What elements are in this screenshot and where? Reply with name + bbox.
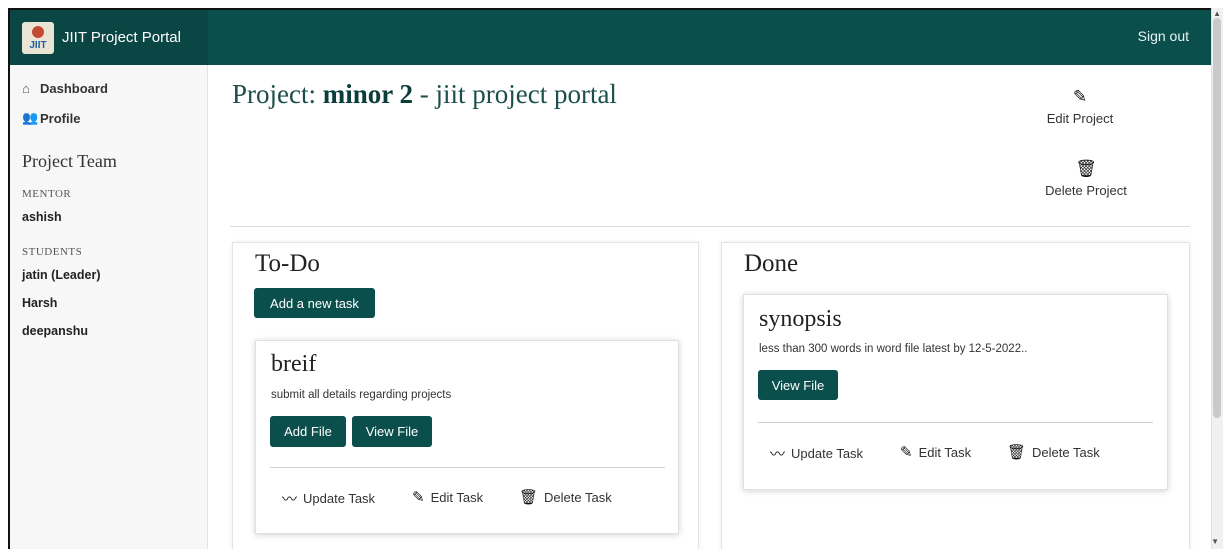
student-item: jatin (Leader) [22,268,101,282]
divider [230,226,1190,227]
add-file-button[interactable]: Add File [270,416,346,447]
edit-task-button[interactable]: ✎ Edit Task [900,443,971,461]
sidebar-item-dashboard[interactable]: ⌂ Dashboard [22,79,207,97]
edit-project-button[interactable]: ✎ Edit Project [1040,87,1120,126]
trend-icon: 〰 [770,446,786,463]
card-divider [758,422,1153,423]
pencil-icon: ✎ [900,444,913,461]
done-title: Done [744,250,799,277]
edit-task-button[interactable]: ✎ Edit Task [412,488,483,506]
users-icon: 👥 [22,110,39,125]
trash-icon: 🗑 [1075,159,1097,178]
done-column: Done synopsis less than 300 words in wor… [721,242,1190,549]
sidebar-item-profile[interactable]: 👥 Profile [22,109,207,127]
mentor-name: ashish [22,210,62,224]
view-file-button[interactable]: View File [352,416,432,447]
add-task-button[interactable]: Add a new task [254,288,375,318]
brand[interactable]: JIIT JIIT Project Portal [10,10,208,65]
task-card-breif: breif submit all details regarding proje… [255,340,679,534]
sidebar-item-label: Profile [40,110,81,126]
students-label: STUDENTS [22,246,83,258]
student-item: Harsh [22,296,58,310]
update-task-button[interactable]: 〰 Update Task [770,443,863,464]
card-divider [270,467,665,468]
task-description: submit all details regarding projects [271,389,452,401]
trash-icon: 🗑 [519,489,539,506]
todo-column: To-Do Add a new task breif submit all de… [232,242,699,549]
jiit-logo: JIIT [22,21,54,54]
view-file-button[interactable]: View File [758,370,838,400]
main-content: Project: minor 2 - jiit project portal ✎… [208,65,1211,549]
pencil-icon: ✎ [1072,87,1088,106]
browser-viewport: JIIT JIIT Project Portal Sign out ⌂ Dash… [8,8,1211,549]
scrollbar-thumb[interactable] [1213,18,1221,418]
todo-title: To-Do [255,250,320,277]
page-title: Project: minor 2 - jiit project portal [232,79,617,109]
delete-project-button[interactable]: 🗑 Delete Project [1036,159,1136,198]
task-title: synopsis [759,306,842,332]
sidebar-item-label: Dashboard [40,80,108,96]
app-title: JIIT Project Portal [62,29,181,46]
task-description: less than 300 words in word file latest … [759,343,1028,355]
sidebar: ⌂ Dashboard 👥 Profile Project Team MENTO… [10,65,208,549]
trend-icon: 〰 [282,491,298,508]
project-name: minor 2 [322,79,413,109]
sign-out-link[interactable]: Sign out [1138,28,1189,44]
delete-task-button[interactable]: 🗑 Delete Task [1007,443,1100,461]
student-item: deepanshu [22,324,88,338]
home-icon: ⌂ [22,80,30,96]
update-task-button[interactable]: 〰 Update Task [282,488,375,509]
task-card-synopsis: synopsis less than 300 words in word fil… [743,294,1168,490]
delete-task-button[interactable]: 🗑 Delete Task [519,488,612,506]
trash-icon: 🗑 [1007,444,1027,461]
mentor-label: MENTOR [22,188,72,200]
top-navbar: JIIT JIIT Project Portal Sign out [10,10,1211,65]
scroll-down-arrow-icon[interactable]: ▼ [1211,537,1219,546]
scroll-up-arrow-icon[interactable]: ▲ [1213,9,1221,18]
task-title: breif [271,351,317,377]
pencil-icon: ✎ [412,489,425,506]
project-team-heading: Project Team [22,151,117,171]
